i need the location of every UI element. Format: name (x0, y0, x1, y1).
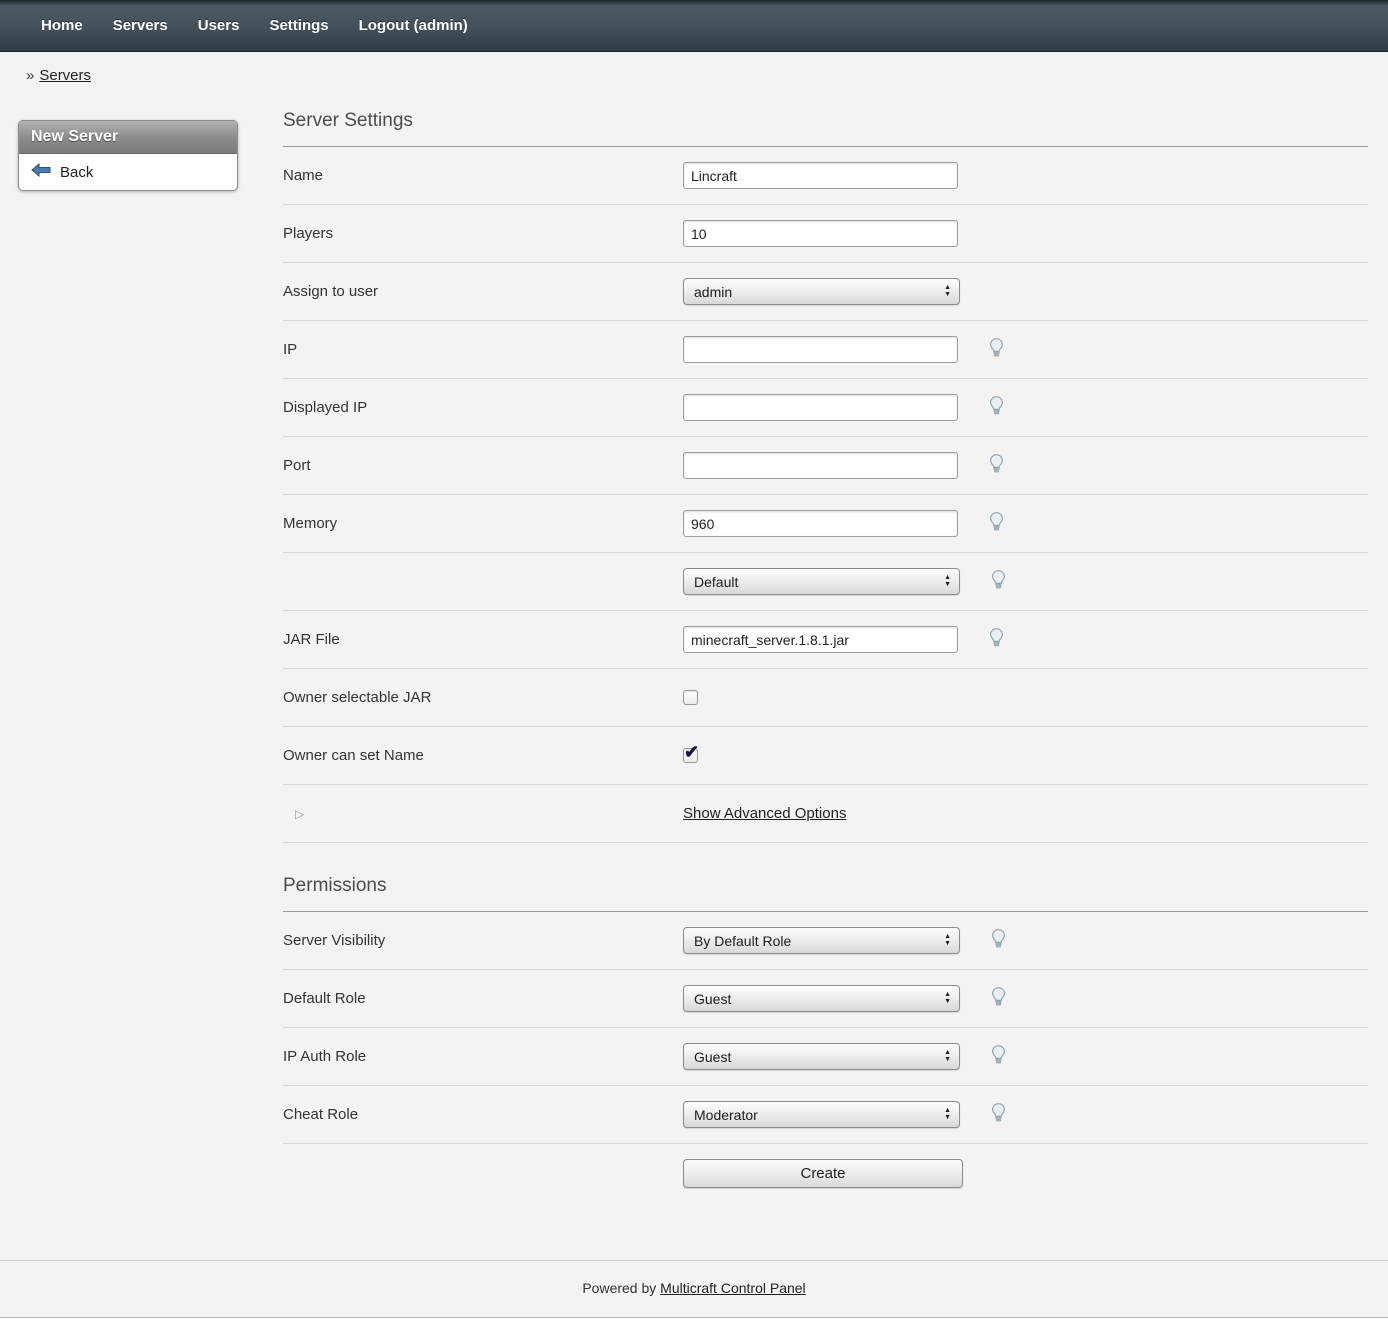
default-role-help-bulb-icon[interactable] (988, 986, 1009, 1012)
sidebar-title: New Server (19, 121, 237, 154)
memory-label: Memory (283, 515, 683, 532)
form-row-default-role: Default Role Guest ▲▼ (283, 970, 1368, 1028)
jar-preset-select[interactable]: Default ▲▼ (683, 568, 960, 595)
ip-auth-role-select-value: Guest (694, 1049, 731, 1065)
select-arrows-icon: ▲▼ (944, 575, 951, 588)
assign-to-user-label: Assign to user (283, 283, 683, 300)
back-button-label: Back (60, 164, 93, 181)
server-visibility-select[interactable]: By Default Role ▲▼ (683, 927, 960, 954)
breadcrumb: » Servers (0, 52, 1388, 84)
back-button[interactable]: Back (19, 154, 237, 190)
page-bottom-divider (0, 1317, 1388, 1329)
jar-file-label: JAR File (283, 631, 683, 648)
memory-help-bulb-icon[interactable] (986, 511, 1007, 537)
multicraft-link[interactable]: Multicraft Control Panel (660, 1280, 806, 1296)
port-input[interactable] (683, 452, 958, 479)
jar-file-help-bulb-icon[interactable] (986, 627, 1007, 653)
assign-to-user-select[interactable]: admin ▲▼ (683, 278, 960, 305)
owner-can-set-name-label: Owner can set Name (283, 747, 683, 764)
jar-file-input[interactable] (683, 626, 958, 653)
nav-item-logout[interactable]: Logout (admin) (344, 17, 483, 34)
port-label: Port (283, 457, 683, 474)
back-arrow-icon (31, 163, 51, 181)
checkmark-icon: ✔ (684, 742, 699, 763)
ip-auth-role-label: IP Auth Role (283, 1048, 683, 1065)
displayed-ip-label: Displayed IP (283, 399, 683, 416)
top-navbar: Home Servers Users Settings Logout (admi… (0, 0, 1388, 52)
form-row-jar-preset: Default ▲▼ (283, 553, 1368, 611)
cheat-role-help-bulb-icon[interactable] (988, 1102, 1009, 1128)
ip-input[interactable] (683, 336, 958, 363)
form-row-assign-to-user: Assign to user admin ▲▼ (283, 263, 1368, 321)
ip-help-bulb-icon[interactable] (986, 337, 1007, 363)
port-help-bulb-icon[interactable] (986, 453, 1007, 479)
default-role-select-value: Guest (694, 991, 731, 1007)
form-row-players: Players (283, 205, 1368, 263)
ip-label: IP (283, 341, 683, 358)
nav-item-servers[interactable]: Servers (98, 17, 183, 34)
owner-selectable-jar-checkbox[interactable]: ✔ (683, 690, 698, 705)
select-arrows-icon: ▲▼ (944, 1050, 951, 1063)
permissions-heading: Permissions (283, 875, 1368, 912)
server-settings-heading: Server Settings (283, 110, 1368, 147)
create-button[interactable]: Create (683, 1159, 963, 1188)
select-arrows-icon: ▲▼ (944, 934, 951, 947)
name-input[interactable] (683, 162, 958, 189)
server-visibility-select-value: By Default Role (694, 933, 791, 949)
ip-auth-role-help-bulb-icon[interactable] (988, 1044, 1009, 1070)
nav-item-home[interactable]: Home (26, 17, 98, 34)
owner-can-set-name-checkbox[interactable]: ✔ (683, 748, 698, 763)
displayed-ip-input[interactable] (683, 394, 958, 421)
form-row-owner-can-set-name: Owner can set Name ✔ (283, 727, 1368, 785)
assign-to-user-select-value: admin (694, 284, 732, 300)
form-row-memory: Memory (283, 495, 1368, 553)
form-row-ip: IP (283, 321, 1368, 379)
select-arrows-icon: ▲▼ (944, 992, 951, 1005)
show-advanced-options-link[interactable]: Show Advanced Options (683, 805, 846, 822)
default-role-label: Default Role (283, 990, 683, 1007)
form-row-ip-auth-role: IP Auth Role Guest ▲▼ (283, 1028, 1368, 1086)
footer-text: Powered by (582, 1280, 656, 1296)
form-row-owner-selectable-jar: Owner selectable JAR ✔ (283, 669, 1368, 727)
owner-selectable-jar-label: Owner selectable JAR (283, 689, 683, 706)
form-row-jar-file: JAR File (283, 611, 1368, 669)
cheat-role-select[interactable]: Moderator ▲▼ (683, 1101, 960, 1128)
select-arrows-icon: ▲▼ (944, 1108, 951, 1121)
form-row-displayed-ip: Displayed IP (283, 379, 1368, 437)
form-row-create: Create (283, 1144, 1368, 1202)
players-input[interactable] (683, 220, 958, 247)
breadcrumb-servers-link[interactable]: Servers (39, 67, 91, 84)
select-arrows-icon: ▲▼ (944, 285, 951, 298)
form-row-server-visibility: Server Visibility By Default Role ▲▼ (283, 912, 1368, 970)
server-visibility-label: Server Visibility (283, 932, 683, 949)
memory-input[interactable] (683, 510, 958, 537)
form-row-cheat-role: Cheat Role Moderator ▲▼ (283, 1086, 1368, 1144)
page-footer: Powered by Multicraft Control Panel (0, 1260, 1388, 1317)
displayed-ip-help-bulb-icon[interactable] (986, 395, 1007, 421)
cheat-role-label: Cheat Role (283, 1106, 683, 1123)
form-row-name: Name (283, 147, 1368, 205)
nav-item-settings[interactable]: Settings (254, 17, 343, 34)
name-label: Name (283, 167, 683, 184)
nav-item-users[interactable]: Users (183, 17, 255, 34)
form-row-port: Port (283, 437, 1368, 495)
main-content: Server Settings Name Players Assign to u… (283, 110, 1368, 1202)
breadcrumb-separator: » (26, 67, 34, 84)
sidebar: New Server Back (18, 120, 238, 191)
default-role-select[interactable]: Guest ▲▼ (683, 985, 960, 1012)
ip-auth-role-select[interactable]: Guest ▲▼ (683, 1043, 960, 1070)
jar-preset-help-bulb-icon[interactable] (988, 569, 1009, 595)
server-visibility-help-bulb-icon[interactable] (988, 928, 1009, 954)
expand-triangle-icon[interactable]: ▷ (283, 807, 304, 821)
jar-preset-select-value: Default (694, 574, 738, 590)
cheat-role-select-value: Moderator (694, 1107, 758, 1123)
players-label: Players (283, 225, 683, 242)
form-row-advanced-options: ▷ Show Advanced Options (283, 785, 1368, 843)
